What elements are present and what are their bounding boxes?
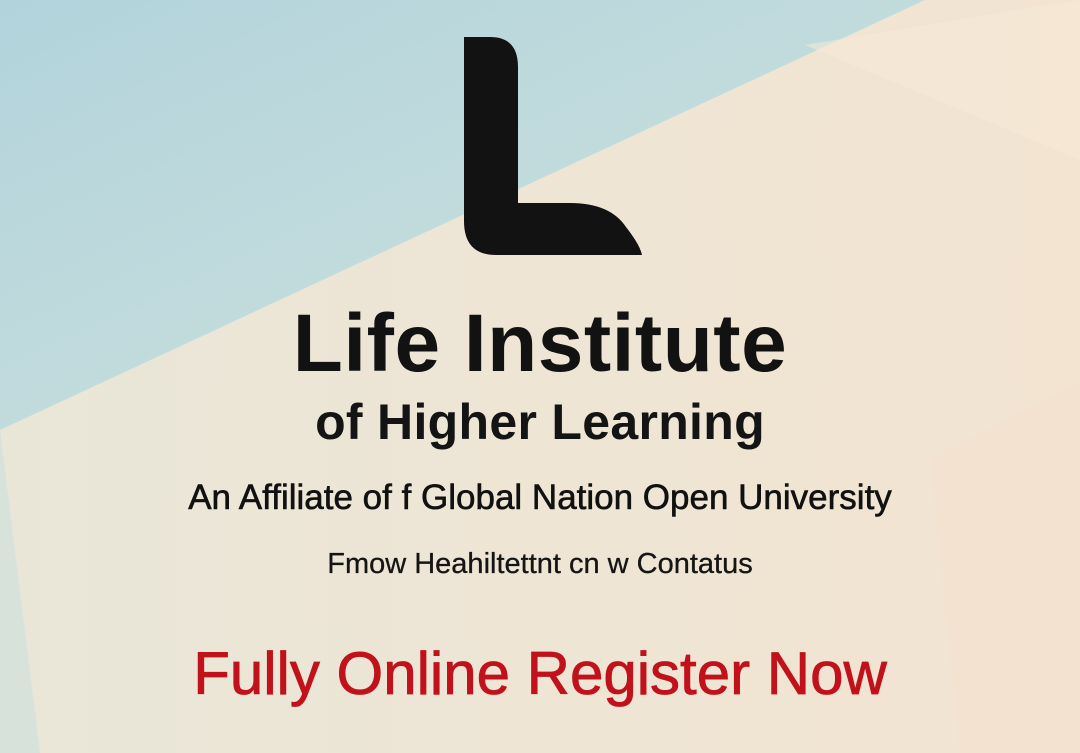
affiliation-text: An Affiliate of f Global Nation Open Uni…	[188, 478, 892, 518]
contact-text: Fmow Heahiltettnt cn w Contatus	[327, 548, 753, 580]
institute-subtitle: of Higher Learning	[315, 394, 765, 450]
institute-name: Life Institute	[292, 298, 788, 389]
letter-l-logo-icon	[464, 37, 642, 255]
flyer-canvas: Life Institute of Higher Learning An Aff…	[0, 0, 1080, 753]
register-call-to-action: Fully Online Register Now	[193, 640, 887, 708]
